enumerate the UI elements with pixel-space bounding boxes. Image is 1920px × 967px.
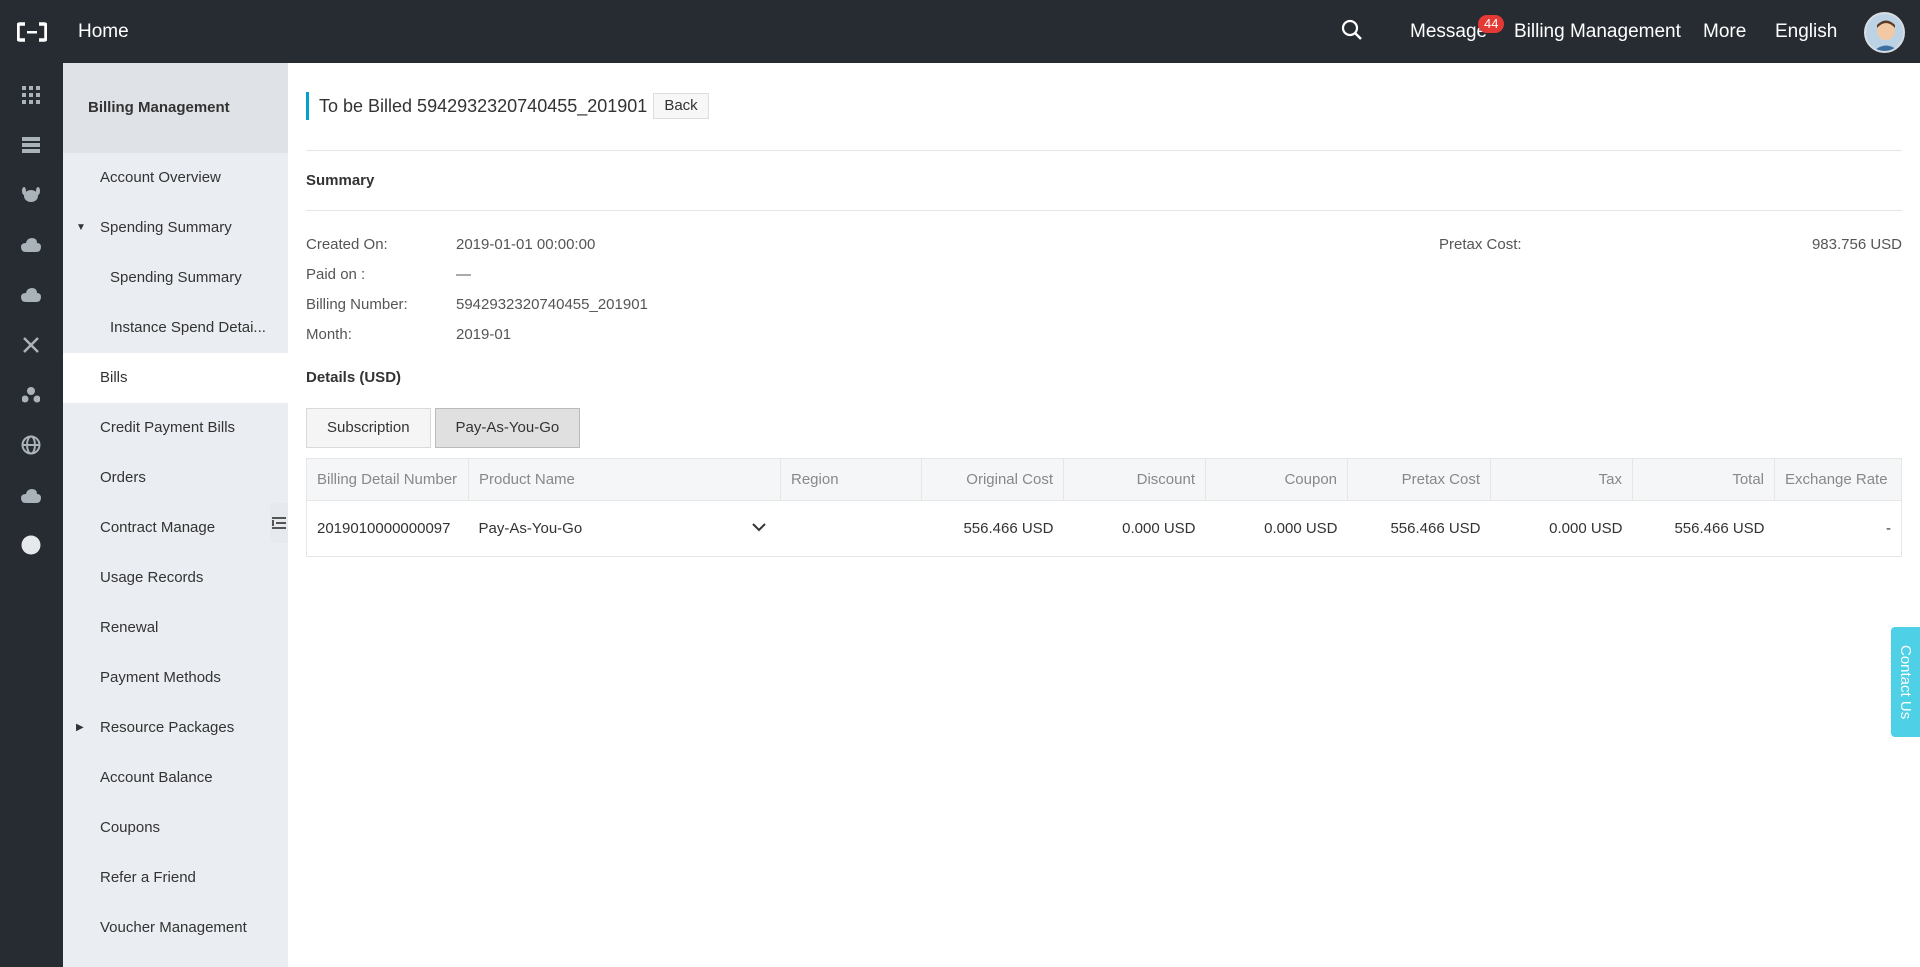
column-header-discount[interactable]: Discount [1063, 458, 1206, 501]
caret-down-icon: ▼ [76, 222, 86, 233]
icon-rail [0, 63, 63, 967]
pretax-cost-cell: 556.466 USD [1347, 500, 1491, 557]
page-header: To be Billed 5942932320740455_201901 Bac… [306, 92, 709, 120]
message-link[interactable]: Message [1410, 0, 1487, 63]
product-name-cell[interactable]: Pay-As-You-Go [468, 500, 781, 557]
column-header-region[interactable]: Region [780, 458, 922, 501]
message-badge: 44 [1478, 15, 1505, 33]
sidebar-item-spending-summary-group[interactable]: ▼ Spending Summary [63, 203, 288, 253]
created-on-label: Created On: [306, 236, 388, 253]
avatar[interactable] [1864, 12, 1905, 53]
sidebar-item-contract-manage[interactable]: Contract Manage [63, 503, 288, 553]
language-link[interactable]: English [1775, 0, 1837, 63]
sidebar-collapse-icon[interactable] [270, 503, 288, 543]
sidebar-item-spending-summary[interactable]: Spending Summary [63, 253, 288, 303]
billing-details-table: Billing Detail Number Product Name Regio… [306, 458, 1902, 557]
paid-on-label: Paid on : [306, 266, 366, 283]
nodes-icon[interactable] [20, 334, 42, 356]
tab-pay-as-you-go[interactable]: Pay-As-You-Go [434, 408, 581, 448]
created-on-value: 2019-01-01 00:00:00 [456, 236, 596, 253]
home-link[interactable]: Home [78, 0, 129, 63]
search-icon[interactable] [1340, 18, 1368, 46]
sidebar-item-coupons[interactable]: Coupons [63, 803, 288, 853]
discount-cell: 0.000 USD [1063, 500, 1206, 557]
sidebar-item-instance-spend-detail[interactable]: Instance Spend Detai... [63, 303, 288, 353]
billing-type-tabs: Subscription Pay-As-You-Go [306, 408, 584, 448]
sidebar-item-label: Resource Packages [100, 719, 235, 736]
logo-icon[interactable] [0, 0, 63, 63]
details-title: Details (USD) [306, 369, 402, 386]
sidebar-item-account-overview[interactable]: Account Overview [63, 153, 288, 203]
back-button[interactable]: Back [653, 93, 709, 119]
caret-right-icon: ▶ [76, 722, 84, 733]
column-header-coupon[interactable]: Coupon [1205, 458, 1348, 501]
summary-title: Summary [306, 172, 375, 189]
contact-us-button[interactable]: Contact Us [1891, 627, 1920, 737]
cloud-icon[interactable] [20, 234, 42, 256]
column-header-exchange-rate[interactable]: Exchange Rate [1774, 458, 1902, 501]
billing-number-value: 5942932320740455_201901 [456, 296, 648, 313]
product-name: Pay-As-You-Go [478, 520, 583, 537]
month-row: Month: 2019-01 [306, 326, 906, 346]
more-link[interactable]: More [1703, 0, 1746, 63]
table-row: 2019010000000097 Pay-As-You-Go 556.466 U… [306, 500, 1902, 557]
paid-on-value: — [456, 266, 471, 283]
cloud-upload-icon[interactable] [20, 284, 42, 306]
sidebar-item-refer-a-friend[interactable]: Refer a Friend [63, 853, 288, 903]
billing-management-link[interactable]: Billing Management [1514, 0, 1681, 63]
sidebar-item-label: Spending Summary [100, 219, 232, 236]
table-header-row: Billing Detail Number Product Name Regio… [306, 458, 1902, 501]
column-header-original-cost[interactable]: Original Cost [921, 458, 1064, 501]
created-on-row: Created On: 2019-01-01 00:00:00 [306, 236, 906, 256]
sidebar-item-renewal[interactable]: Renewal [63, 603, 288, 653]
settings-cloud-icon[interactable] [20, 484, 42, 506]
globe-icon[interactable] [20, 434, 42, 456]
tax-cell: 0.000 USD [1490, 500, 1633, 557]
title-accent-bar [306, 92, 309, 120]
chevron-down-icon[interactable] [751, 519, 767, 535]
sidebar: Billing Management Account Overview ▼ Sp… [63, 63, 288, 967]
divider [306, 210, 1902, 211]
page-title: To be Billed 5942932320740455_201901 [319, 95, 648, 116]
pretax-cost-label: Pretax Cost: [1439, 236, 1522, 253]
column-header-pretax-cost[interactable]: Pretax Cost [1347, 458, 1491, 501]
sidebar-item-voucher-management[interactable]: Voucher Management [63, 903, 288, 953]
divider [306, 150, 1902, 151]
month-label: Month: [306, 326, 352, 343]
top-bar: Home Message 44 Billing Management More … [0, 0, 1920, 63]
sidebar-item-credit-payment-bills[interactable]: Credit Payment Bills [63, 403, 288, 453]
billing-detail-number-cell: 2019010000000097 [306, 500, 469, 557]
sidebar-title: Billing Management [63, 63, 288, 153]
tab-subscription[interactable]: Subscription [306, 408, 431, 448]
coupon-cell: 0.000 USD [1205, 500, 1348, 557]
column-header-billing-detail-number[interactable]: Billing Detail Number [306, 458, 469, 501]
sidebar-item-payment-methods[interactable]: Payment Methods [63, 653, 288, 703]
billing-number-row: Billing Number: 5942932320740455_201901 [306, 296, 906, 316]
sidebar-item-usage-records[interactable]: Usage Records [63, 553, 288, 603]
sidebar-item-bills[interactable]: Bills [63, 353, 288, 403]
cluster-icon[interactable] [20, 384, 42, 406]
paid-on-row: Paid on : — [306, 266, 906, 286]
original-cost-cell: 556.466 USD [921, 500, 1064, 557]
column-header-total[interactable]: Total [1632, 458, 1775, 501]
column-header-product-name[interactable]: Product Name [468, 458, 781, 501]
total-cell: 556.466 USD [1632, 500, 1775, 557]
sidebar-item-orders[interactable]: Orders [63, 453, 288, 503]
sidebar-item-account-balance[interactable]: Account Balance [63, 753, 288, 803]
server-icon[interactable] [20, 134, 42, 156]
month-value: 2019-01 [456, 326, 512, 343]
exchange-rate-cell: - [1774, 500, 1902, 557]
circle-icon[interactable] [20, 534, 42, 556]
grid-icon[interactable] [20, 84, 42, 106]
region-cell [780, 500, 922, 557]
pretax-cost-value: 983.756 USD [1811, 236, 1902, 253]
billing-number-label: Billing Number: [306, 296, 408, 313]
sidebar-item-resource-packages[interactable]: ▶ Resource Packages [63, 703, 288, 753]
dog-icon[interactable] [20, 184, 42, 206]
column-header-tax[interactable]: Tax [1490, 458, 1633, 501]
